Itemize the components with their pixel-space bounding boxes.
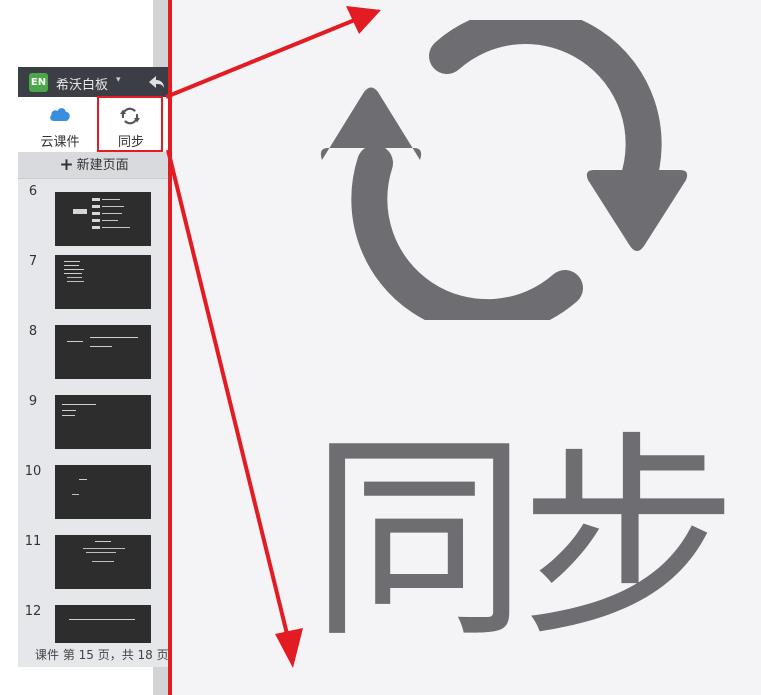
annotation-arrows bbox=[165, 6, 381, 668]
